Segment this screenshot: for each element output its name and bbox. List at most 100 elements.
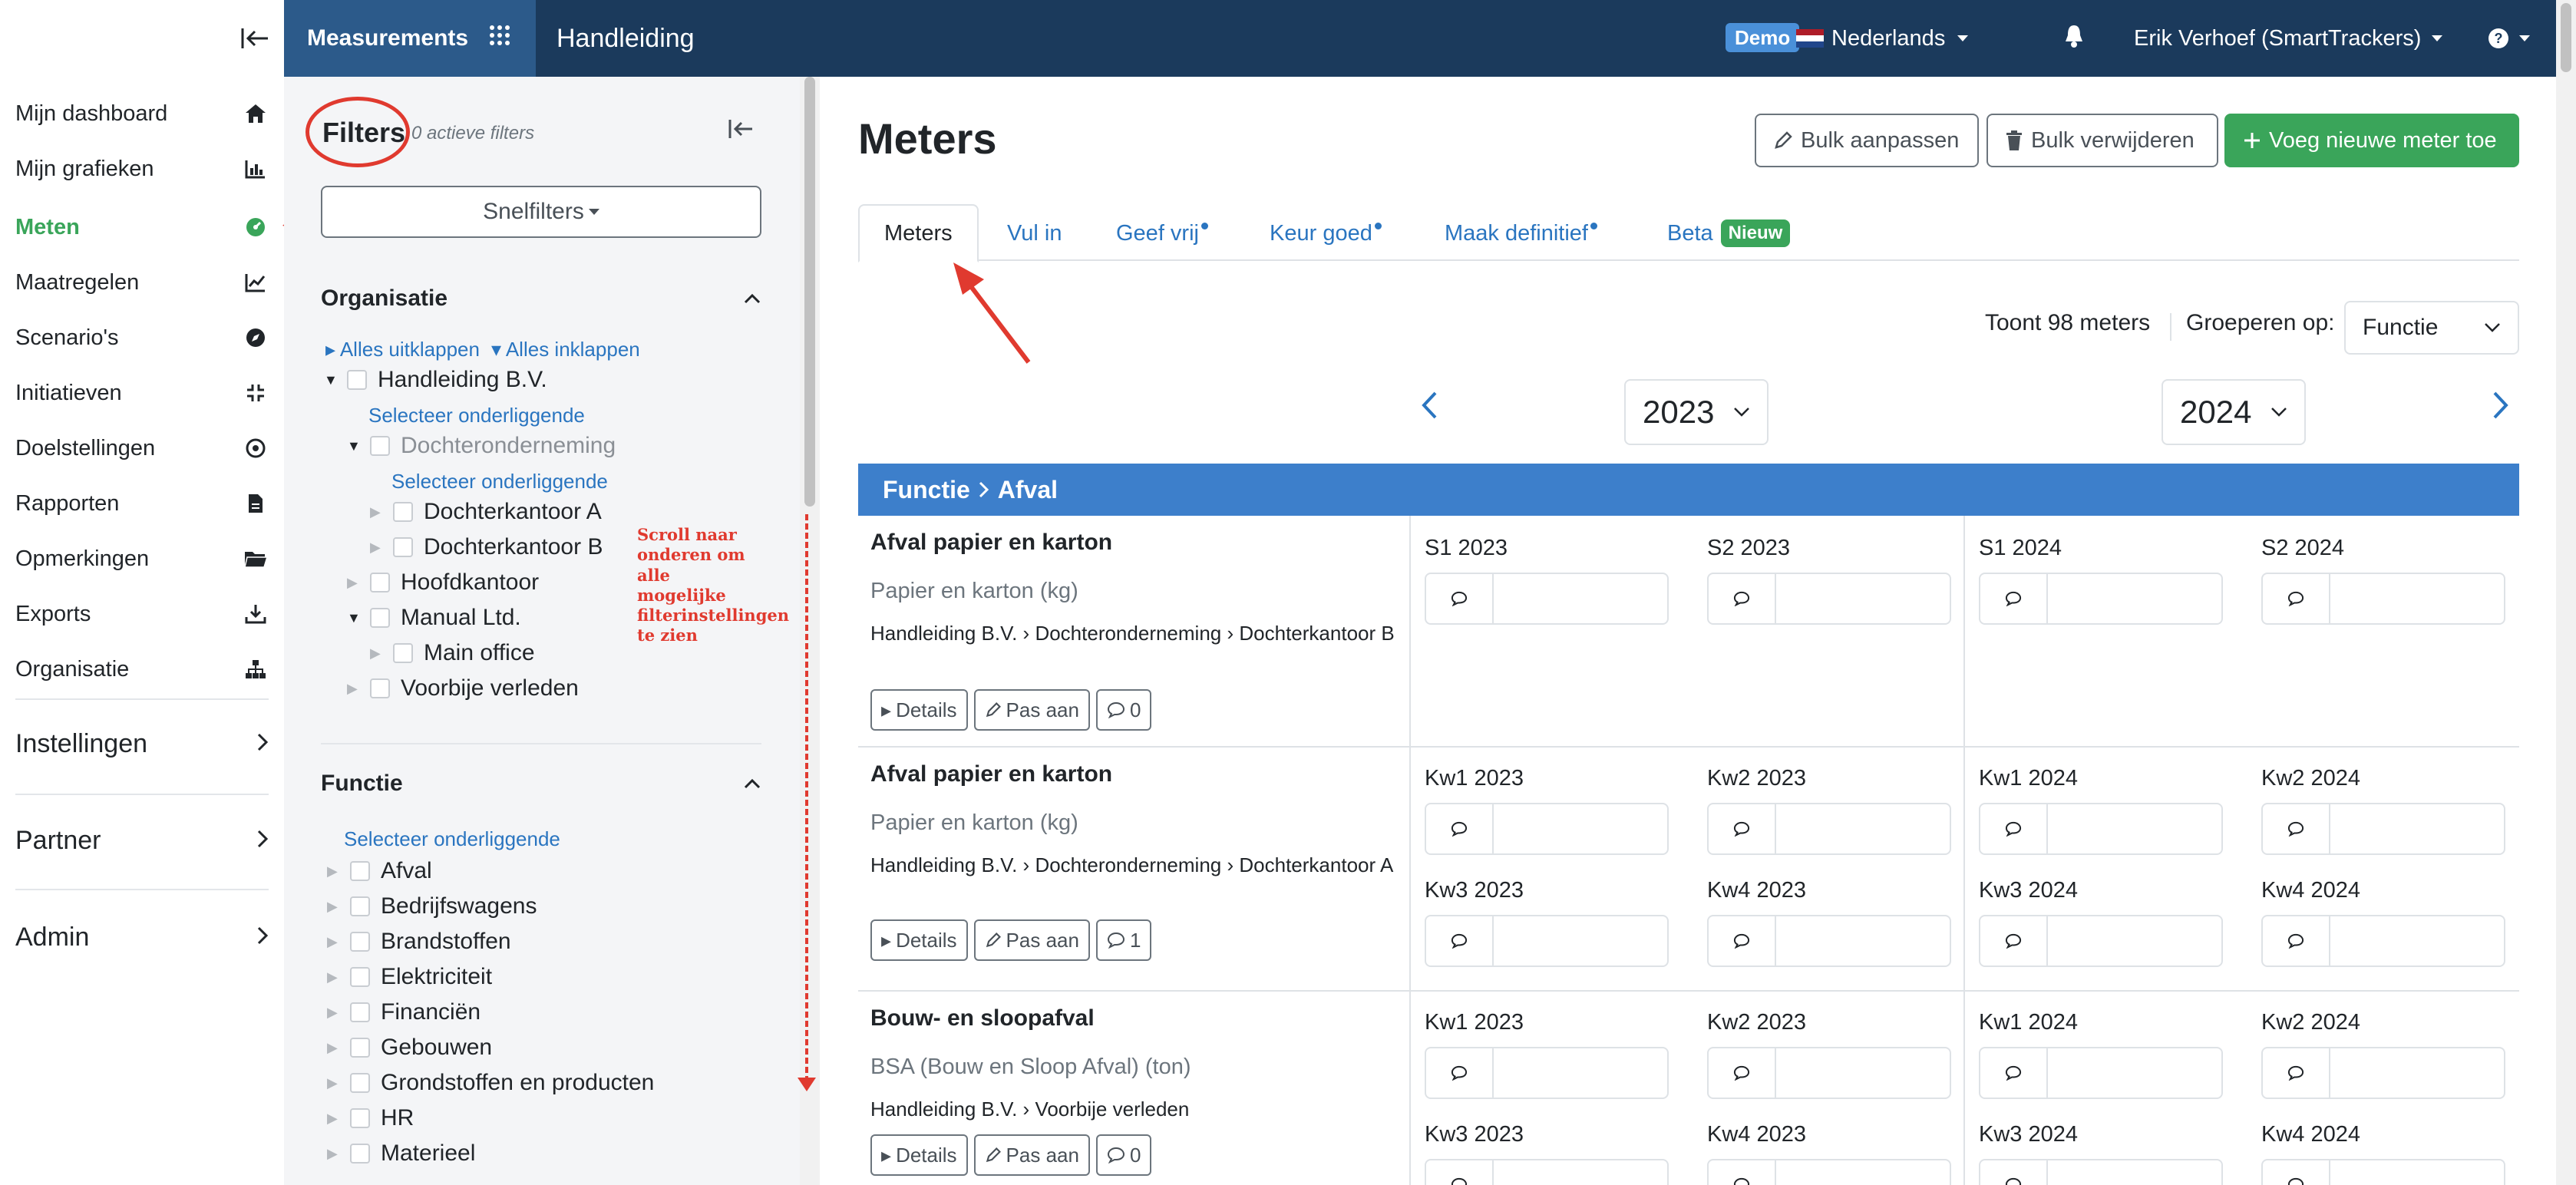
caret-down-icon[interactable]: ▼ xyxy=(347,610,361,626)
comment-icon[interactable] xyxy=(2263,1160,2330,1185)
comments-button[interactable]: 0 xyxy=(1095,1134,1152,1176)
caret-right-icon[interactable]: ▶ xyxy=(327,1040,339,1056)
caret-right-icon[interactable]: ▶ xyxy=(370,645,382,662)
nav-item-doelstellingen[interactable]: Doelstellingen xyxy=(15,425,269,471)
function-item[interactable]: ▶ Gebouwen xyxy=(327,1035,492,1061)
period-input[interactable] xyxy=(1425,1047,1669,1099)
checkbox[interactable] xyxy=(350,1108,370,1128)
period-input[interactable] xyxy=(1425,1159,1669,1185)
edit-button[interactable]: Pas aan xyxy=(973,689,1090,731)
details-button[interactable]: ▸ Details xyxy=(870,919,968,961)
function-item[interactable]: ▶ Grondstoffen en producten xyxy=(327,1070,654,1096)
quick-filters-dropdown[interactable]: Snelfilters xyxy=(321,186,761,238)
bulk-edit-button[interactable]: Bulk aanpassen xyxy=(1755,114,1979,167)
period-input[interactable] xyxy=(2261,915,2505,967)
caret-right-icon[interactable]: ▶ xyxy=(327,1005,339,1021)
function-item[interactable]: ▶ Materieel xyxy=(327,1140,475,1167)
bell-icon[interactable] xyxy=(2063,23,2085,53)
function-item[interactable]: ▶ Afval xyxy=(327,858,432,884)
nav-item-meten[interactable]: Meten xyxy=(15,204,269,250)
select-children-link[interactable]: Selecteer onderliggende xyxy=(344,827,560,851)
org-tree-item[interactable]: ▶ Hoofdkantoor xyxy=(347,569,539,596)
comment-icon[interactable] xyxy=(2263,916,2330,965)
tab-geef-vrij[interactable]: Geef vrij xyxy=(1091,204,1233,262)
org-tree-item[interactable]: ▶ Main office xyxy=(370,640,535,666)
checkbox[interactable] xyxy=(350,1038,370,1058)
comment-icon[interactable] xyxy=(1980,804,2048,853)
period-input[interactable] xyxy=(1707,573,1951,625)
tab-keur-goed[interactable]: Keur goed xyxy=(1245,204,1406,262)
checkbox[interactable] xyxy=(393,537,413,557)
comment-icon[interactable] xyxy=(1709,1048,1776,1098)
group-by-select[interactable]: Functie xyxy=(2344,301,2519,355)
expand-all-link[interactable]: ▸ Alles uitklappen xyxy=(325,338,480,361)
period-input[interactable] xyxy=(1425,573,1669,625)
comment-icon[interactable] xyxy=(2263,1048,2330,1098)
nav-item-rapporten[interactable]: Rapporten xyxy=(15,480,269,526)
comments-button[interactable]: 0 xyxy=(1095,689,1152,731)
period-input[interactable] xyxy=(1707,915,1951,967)
tab-meters[interactable]: Meters xyxy=(858,204,979,262)
nav-group-admin[interactable]: Admin xyxy=(15,910,269,964)
bulk-delete-button[interactable]: Bulk verwijderen xyxy=(1986,114,2218,167)
nav-group-instellingen[interactable]: Instellingen xyxy=(15,717,269,771)
checkbox[interactable] xyxy=(350,861,370,881)
details-button[interactable]: ▸ Details xyxy=(870,689,968,731)
checkbox[interactable] xyxy=(370,608,390,628)
comment-icon[interactable] xyxy=(1426,1048,1494,1098)
org-tree-item[interactable]: ▶ Dochterkantoor B xyxy=(370,534,603,560)
function-section-header[interactable]: Functie xyxy=(321,771,761,797)
function-item[interactable]: ▶ Bedrijfswagens xyxy=(327,893,537,919)
caret-right-icon[interactable]: ▶ xyxy=(327,1075,339,1091)
tab-beta[interactable]: Beta Nieuw xyxy=(1643,204,1815,262)
nav-item-charts[interactable]: Mijn grafieken xyxy=(15,146,269,192)
checkbox[interactable] xyxy=(370,573,390,592)
nav-item-exports[interactable]: Exports xyxy=(15,591,269,637)
nav-item-initiatieven[interactable]: Initiatieven xyxy=(15,370,269,416)
language-selector[interactable]: Nederlands xyxy=(1796,0,1969,77)
period-input[interactable] xyxy=(1707,1159,1951,1185)
comment-icon[interactable] xyxy=(1980,1048,2048,1098)
edit-button[interactable]: Pas aan xyxy=(973,919,1090,961)
nav-item-dashboard[interactable]: Mijn dashboard xyxy=(15,91,269,137)
year-select-right[interactable]: 2024 xyxy=(2162,379,2306,445)
org-tree-item[interactable]: ▼ Dochteronderneming xyxy=(347,433,616,459)
org-tree-item[interactable]: ▼ Manual Ltd. xyxy=(347,605,521,631)
period-input[interactable] xyxy=(1707,803,1951,855)
period-input[interactable] xyxy=(2261,573,2505,625)
period-input[interactable] xyxy=(1979,915,2223,967)
nav-group-partner[interactable]: Partner xyxy=(15,814,269,867)
caret-right-icon[interactable]: ▶ xyxy=(327,1111,339,1127)
select-children-link[interactable]: Selecteer onderliggende xyxy=(391,470,608,493)
comment-icon[interactable] xyxy=(1426,1160,1494,1185)
period-input[interactable] xyxy=(1979,803,2223,855)
period-input[interactable] xyxy=(1425,915,1669,967)
organisation-section-header[interactable]: Organisatie xyxy=(321,286,761,312)
comment-icon[interactable] xyxy=(1709,916,1776,965)
caret-right-icon[interactable]: ▶ xyxy=(327,934,339,950)
comment-icon[interactable] xyxy=(1709,1160,1776,1185)
user-menu[interactable]: Erik Verhoef (SmartTrackers) xyxy=(2134,0,2443,77)
comment-icon[interactable] xyxy=(1980,574,2048,623)
period-input[interactable] xyxy=(2261,1047,2505,1099)
comment-icon[interactable] xyxy=(1426,574,1494,623)
collapse-filters-icon[interactable] xyxy=(728,118,754,144)
comment-icon[interactable] xyxy=(1426,804,1494,853)
comment-icon[interactable] xyxy=(1709,804,1776,853)
period-input[interactable] xyxy=(1979,1159,2223,1185)
filter-scrollbar[interactable] xyxy=(800,77,820,1185)
comments-button[interactable]: 1 xyxy=(1095,919,1152,961)
checkbox[interactable] xyxy=(350,1073,370,1093)
period-input[interactable] xyxy=(1707,1047,1951,1099)
year-select-left[interactable]: 2023 xyxy=(1624,379,1769,445)
previous-year-icon[interactable] xyxy=(1420,390,1438,424)
app-grid-icon[interactable] xyxy=(488,24,511,53)
caret-right-icon[interactable]: ▶ xyxy=(327,969,339,985)
function-item[interactable]: ▶ Financiën xyxy=(327,999,481,1025)
caret-down-icon[interactable]: ▼ xyxy=(324,372,338,388)
checkbox[interactable] xyxy=(350,1144,370,1164)
collapse-sidebar-icon[interactable] xyxy=(238,21,272,55)
help-menu[interactable]: ? xyxy=(2487,0,2530,77)
page-scrollbar[interactable] xyxy=(2556,0,2576,1185)
caret-right-icon[interactable]: ▶ xyxy=(347,575,359,591)
